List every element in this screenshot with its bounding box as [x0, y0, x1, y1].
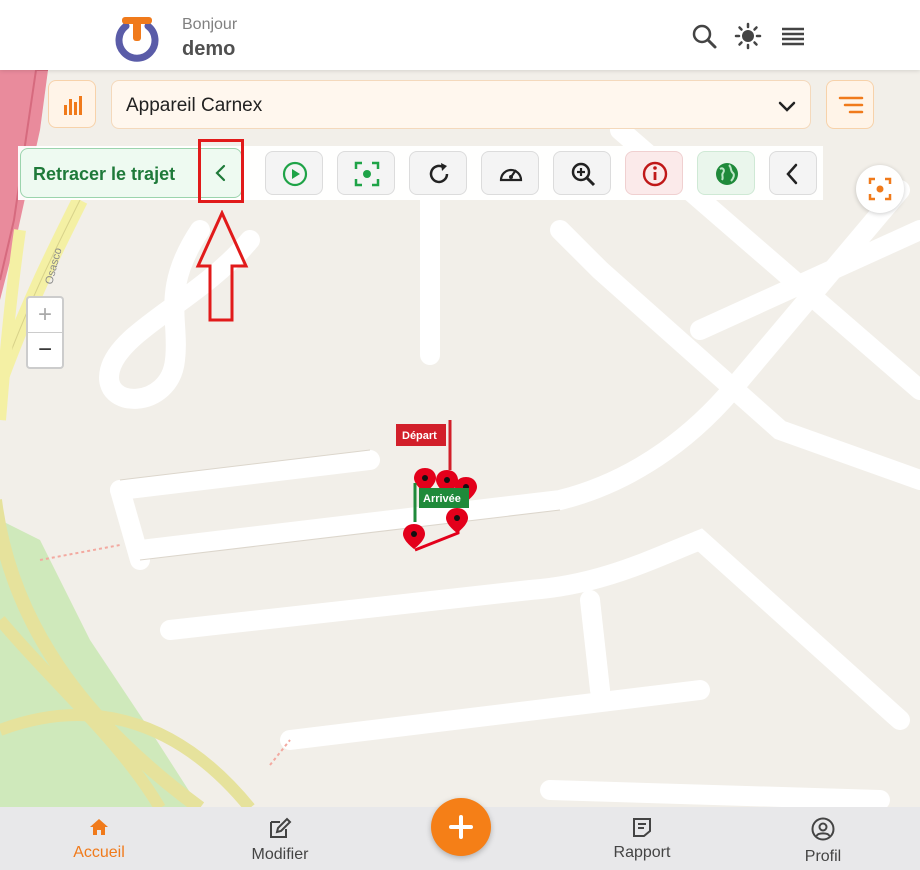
chevron-left-icon [786, 163, 798, 185]
zoom-out-button[interactable]: − [28, 333, 62, 367]
map-canvas[interactable]: Osasco Départ Arrivée [0, 0, 920, 870]
focus-button[interactable] [337, 151, 395, 195]
start-marker-label: Départ [402, 430, 437, 442]
search-icon[interactable] [690, 22, 718, 50]
refresh-icon [429, 163, 449, 184]
map-zoom-control: + − [26, 296, 64, 369]
nav-report[interactable]: Rapport [582, 817, 702, 862]
locate-button[interactable] [856, 165, 904, 213]
play-button[interactable] [265, 151, 323, 195]
annotation-arrow-icon [195, 210, 249, 322]
zoom-in-button[interactable]: + [28, 298, 62, 333]
home-icon [90, 819, 108, 835]
focus-target-icon [868, 177, 892, 201]
highlight-box [198, 139, 244, 203]
greeting-text: Bonjour [182, 16, 238, 33]
username-text: demo [182, 38, 236, 60]
end-marker-label: Arrivée [423, 493, 461, 505]
add-button[interactable] [431, 798, 491, 856]
app-logo [115, 17, 159, 62]
report-icon [633, 818, 651, 837]
nav-home-label: Accueil [73, 844, 125, 861]
play-icon [282, 161, 308, 187]
zoom-trip-button[interactable] [553, 151, 611, 195]
retrace-trip-label: Retracer le trajet [33, 164, 176, 184]
speed-button[interactable] [481, 151, 539, 195]
edit-icon [270, 817, 292, 838]
filter-lines-icon [838, 96, 864, 114]
bar-chart-icon [64, 96, 82, 115]
speedometer-icon [499, 168, 523, 182]
zoom-in-icon [571, 162, 596, 187]
statistics-button[interactable] [48, 80, 96, 128]
nav-edit[interactable]: Modifier [220, 817, 340, 864]
info-icon [642, 161, 668, 187]
chevron-down-icon [778, 101, 796, 112]
hide-toolbar-button[interactable] [769, 151, 817, 195]
filter-button[interactable] [826, 80, 874, 129]
trip-toolbar: Retracer le trajet [18, 146, 823, 200]
app-header: Bonjour demo [0, 0, 920, 70]
theme-toggle-icon[interactable] [734, 22, 762, 50]
refresh-button[interactable] [409, 151, 467, 195]
nav-home[interactable]: Accueil [39, 817, 159, 862]
menu-icon[interactable] [779, 22, 807, 50]
plus-icon [449, 815, 473, 839]
globe-icon [716, 163, 738, 185]
nav-report-label: Rapport [613, 844, 671, 861]
user-circle-icon [811, 817, 835, 841]
nav-profile[interactable]: Profil [763, 817, 883, 866]
device-select[interactable]: Appareil Carnex [111, 80, 811, 129]
map-layer-button[interactable] [697, 151, 755, 195]
nav-edit-label: Modifier [251, 846, 309, 863]
device-select-value: Appareil Carnex [126, 95, 263, 116]
focus-icon [354, 161, 380, 187]
nav-profile-label: Profil [804, 848, 842, 865]
info-button[interactable] [625, 151, 683, 195]
